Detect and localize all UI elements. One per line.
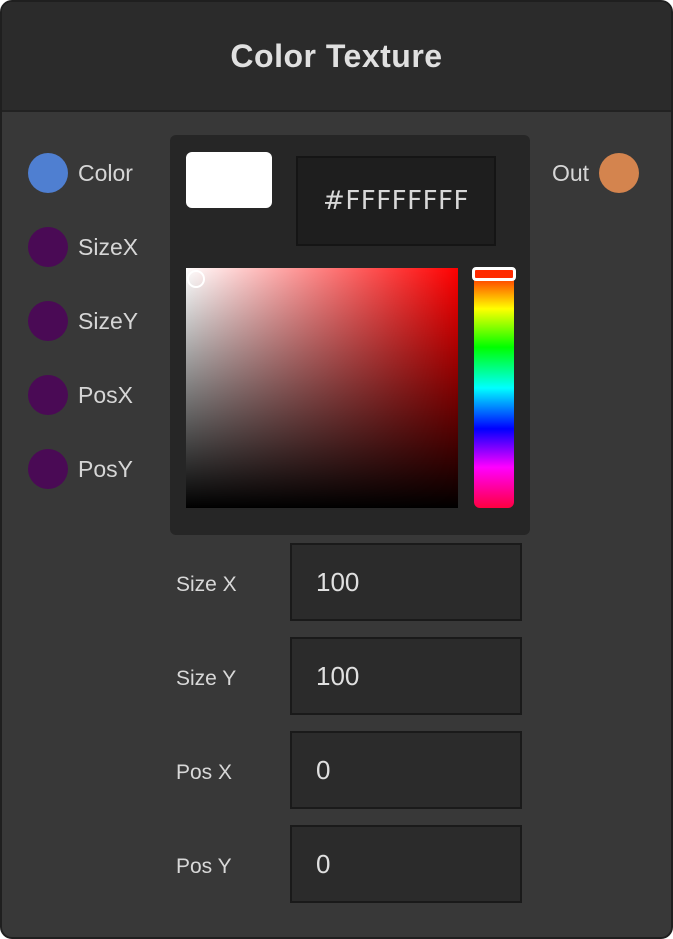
hex-input[interactable]: #FFFFFFFF (296, 156, 496, 246)
port-label: PosY (78, 455, 133, 482)
color-picker: #FFFFFFFF (170, 135, 530, 535)
hue-handle[interactable] (472, 267, 516, 281)
port-dot[interactable] (28, 301, 68, 341)
pos-y-input[interactable]: 0 (290, 825, 522, 903)
size-x-input[interactable]: 100 (290, 543, 522, 621)
output-port-out[interactable]: Out (552, 153, 640, 193)
color-texture-node[interactable]: Color Texture Color SizeX SizeY PosX Pos… (0, 0, 673, 939)
port-label: Color (78, 159, 133, 186)
field-label-size-x: Size X (176, 573, 237, 596)
node-header[interactable]: Color Texture (2, 2, 671, 112)
port-dot[interactable] (28, 449, 68, 489)
port-label: Out (552, 159, 590, 186)
port-dot[interactable] (599, 153, 640, 193)
port-dot[interactable] (28, 153, 68, 193)
port-dot[interactable] (28, 227, 68, 267)
pos-x-input[interactable]: 0 (290, 731, 522, 809)
input-port-posy[interactable]: PosY (28, 449, 133, 489)
port-dot[interactable] (28, 375, 68, 415)
input-port-sizex[interactable]: SizeX (28, 227, 138, 267)
input-port-posx[interactable]: PosX (28, 375, 133, 415)
port-label: SizeX (78, 233, 139, 260)
field-label-pos-x: Pos X (176, 761, 233, 784)
input-port-color[interactable]: Color (28, 153, 133, 193)
saturation-value-area[interactable] (186, 268, 458, 508)
sv-handle[interactable] (187, 270, 205, 288)
field-label-size-y: Size Y (176, 667, 237, 690)
port-label: SizeY (78, 307, 139, 334)
node-title: Color Texture (230, 37, 443, 74)
hue-slider[interactable] (474, 268, 514, 508)
input-port-sizey[interactable]: SizeY (28, 301, 138, 341)
color-swatch[interactable] (186, 152, 272, 208)
field-label-pos-y: Pos Y (176, 855, 232, 878)
size-y-input[interactable]: 100 (290, 637, 522, 715)
port-label: PosX (78, 381, 133, 408)
